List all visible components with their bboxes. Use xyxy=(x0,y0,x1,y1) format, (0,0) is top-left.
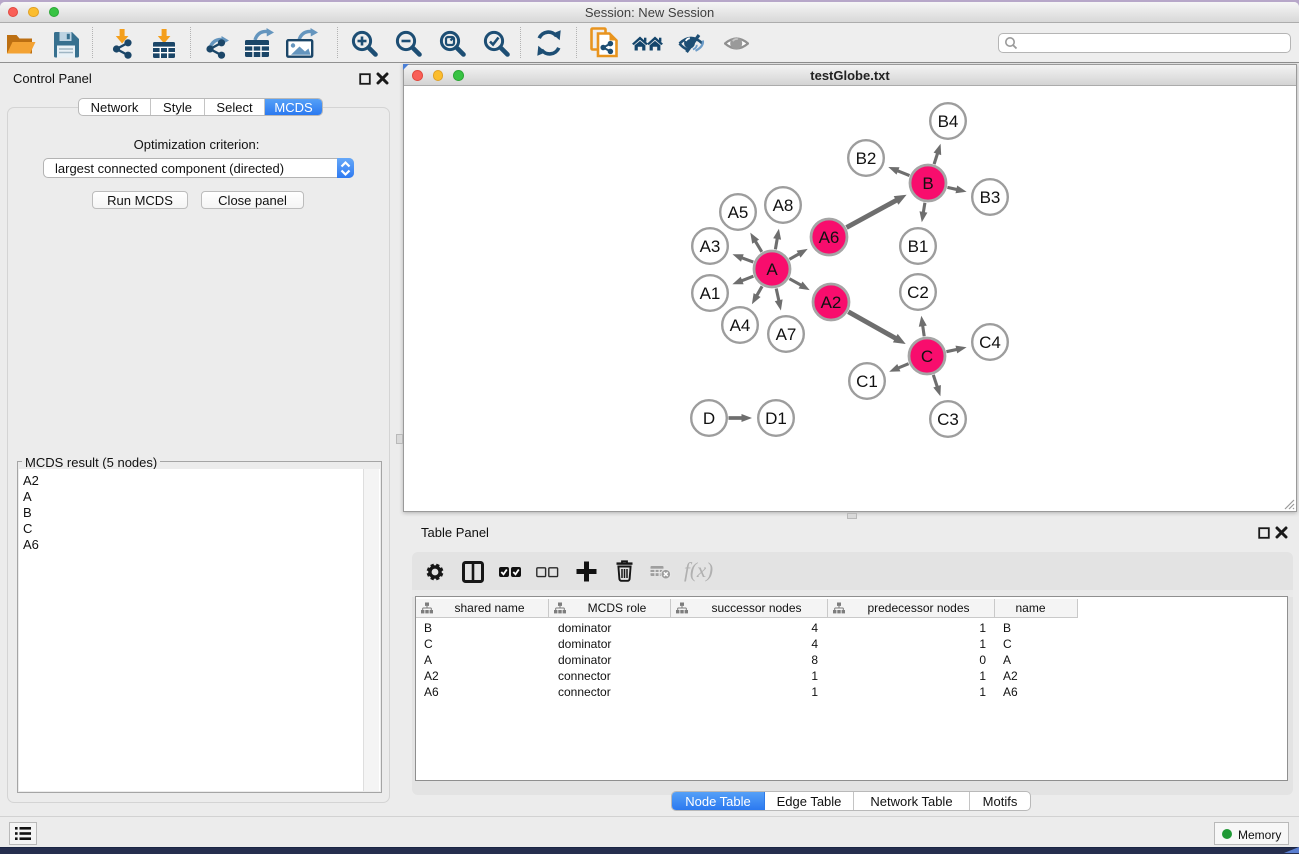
svg-text:B2: B2 xyxy=(856,149,877,168)
svg-text:C3: C3 xyxy=(937,410,959,429)
svg-text:D: D xyxy=(703,409,715,428)
svg-text:B3: B3 xyxy=(980,188,1001,207)
svg-text:A6: A6 xyxy=(819,228,840,247)
svg-text:A4: A4 xyxy=(730,316,751,335)
svg-text:B4: B4 xyxy=(938,112,959,131)
svg-text:C2: C2 xyxy=(907,283,929,302)
svg-text:B: B xyxy=(922,174,933,193)
svg-text:A7: A7 xyxy=(776,325,797,344)
svg-text:C4: C4 xyxy=(979,333,1001,352)
svg-text:A5: A5 xyxy=(728,203,749,222)
svg-text:A1: A1 xyxy=(700,284,721,303)
svg-text:A3: A3 xyxy=(700,237,721,256)
svg-text:C: C xyxy=(921,347,933,366)
svg-text:A: A xyxy=(766,260,778,279)
svg-text:C1: C1 xyxy=(856,372,878,391)
svg-text:D1: D1 xyxy=(765,409,787,428)
svg-text:A8: A8 xyxy=(773,196,794,215)
svg-text:A2: A2 xyxy=(821,293,842,312)
svg-text:B1: B1 xyxy=(908,237,929,256)
